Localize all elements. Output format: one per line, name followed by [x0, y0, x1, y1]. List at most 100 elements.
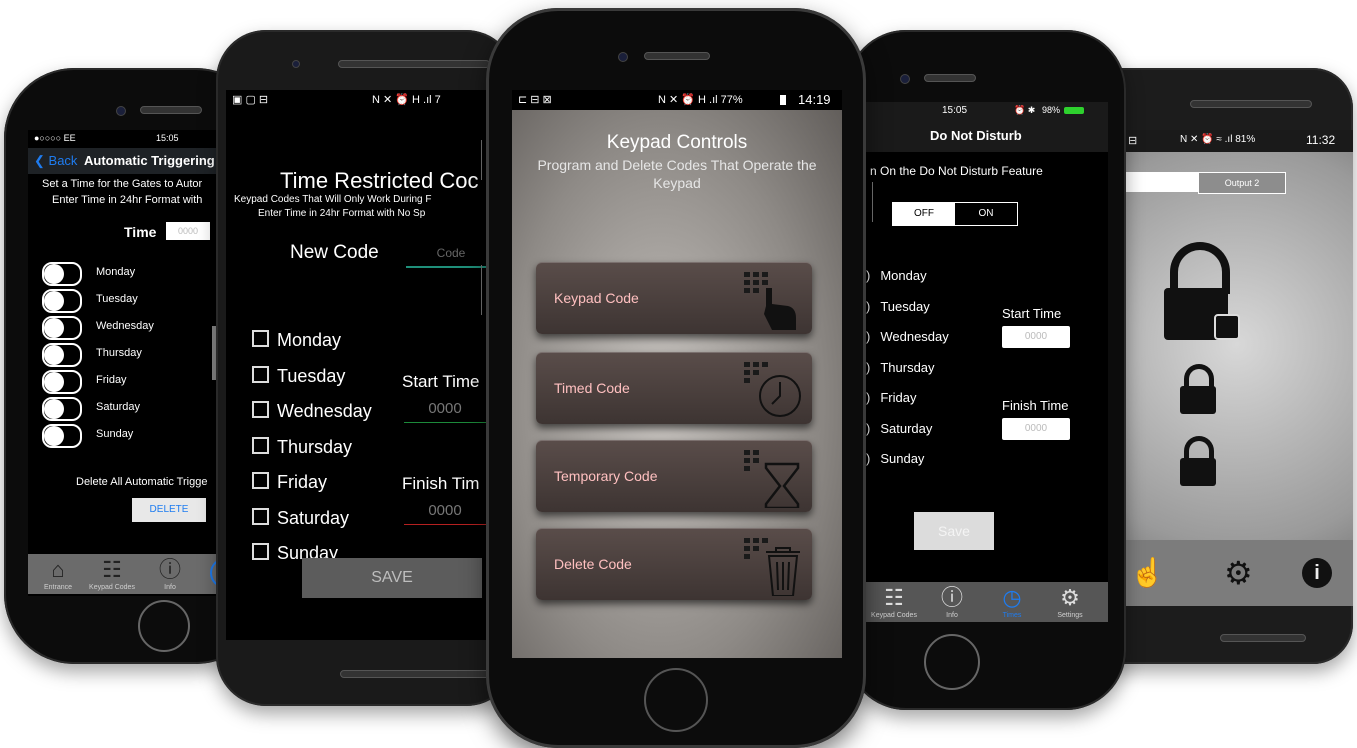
radio-button[interactable]: ) — [866, 421, 870, 436]
home-button-bar[interactable] — [1220, 634, 1306, 642]
nav-bar: Do Not Disturb — [864, 120, 1108, 152]
speaker-grille — [140, 106, 202, 114]
radio-button[interactable]: ) — [866, 390, 870, 405]
padlock-icon-1[interactable] — [1180, 364, 1216, 414]
battery-icon — [1064, 107, 1084, 114]
keypad-code-button[interactable]: Keypad Code — [536, 262, 812, 334]
screen-4: 15:05 ⏰ ✱ 98% Do Not Disturb n On the Do… — [864, 102, 1108, 622]
time-input[interactable]: 0000 — [166, 222, 210, 240]
clock-label: 15:05 — [156, 133, 179, 143]
checkbox[interactable] — [252, 401, 269, 418]
back-button[interactable]: ❮ Back — [34, 153, 77, 169]
off-option[interactable]: OFF — [893, 203, 955, 225]
day-toggle[interactable] — [42, 370, 82, 394]
phone-4: 15:05 ⏰ ✱ 98% Do Not Disturb n On the Do… — [846, 30, 1126, 710]
day-toggle[interactable] — [42, 316, 82, 340]
day-toggle[interactable] — [42, 343, 82, 367]
notification-icon: ⊟ — [1128, 135, 1138, 147]
day-label: Sunday — [880, 451, 925, 466]
day-label: Saturday — [96, 401, 141, 413]
day-radio-row[interactable]: ) Saturday — [866, 421, 932, 436]
checkbox[interactable] — [252, 507, 269, 525]
home-button[interactable] — [924, 634, 980, 690]
home-button[interactable] — [644, 668, 708, 732]
status-bar: 15:05 ⏰ ✱ 98% — [864, 102, 1108, 120]
day-radio-row[interactable]: ) Wednesday — [866, 329, 949, 344]
radio-button[interactable]: ) — [866, 360, 870, 375]
checkbox[interactable] — [252, 365, 269, 383]
delete-button[interactable]: DELETE — [132, 498, 206, 522]
tab-keypad-codes[interactable]: ☷ Keypad Codes — [864, 584, 924, 619]
radio-button[interactable]: ) — [866, 329, 870, 344]
tab-settings[interactable]: ⚙ Settings — [1040, 584, 1100, 619]
day-radio-row[interactable]: ) Thursday — [866, 360, 935, 375]
tab-info[interactable]: ⓘ Info — [140, 556, 200, 591]
status-bar: ▣ ▢ ⊟ N ✕ ⏰ H .ıl 7 — [226, 90, 516, 108]
day-radio-row[interactable]: ) Tuesday — [866, 299, 930, 314]
delete-description: Delete All Automatic Trigge — [76, 476, 208, 488]
finish-time-input[interactable]: 0000 — [1002, 418, 1070, 440]
checkbox[interactable] — [252, 472, 269, 489]
save-button[interactable]: SAVE — [302, 558, 482, 598]
code-input[interactable]: Code — [406, 246, 496, 268]
screen-5: ⊟ N ✕ ⏰ ≈ .ıl 81% 11:32 Output 2 ☝ ⚙ i — [1120, 130, 1353, 606]
page-title: Keypad Controls — [606, 132, 748, 153]
day-label: Friday — [277, 472, 328, 492]
tab-info[interactable]: ⓘ Info — [922, 584, 982, 619]
house-icon: ⌂ — [51, 557, 65, 582]
battery-label: 98% — [1042, 105, 1061, 115]
tab-bar: ☷ Keypad Codes ⓘ Info ◷ Times ⚙ Settings — [864, 582, 1108, 622]
day-toggle[interactable] — [42, 262, 82, 286]
description-line-2: Enter Time in 24hr Format with — [52, 194, 203, 206]
timed-code-button[interactable]: Timed Code — [536, 352, 812, 424]
delete-code-button[interactable]: Delete Code — [536, 528, 812, 600]
tab-keypad-codes[interactable]: ☷ Keypad Codes — [82, 556, 142, 591]
speaker-grille — [924, 74, 976, 82]
start-time-input[interactable]: 0000 — [404, 400, 486, 423]
radio-button[interactable]: ) — [866, 451, 870, 466]
temporary-code-button[interactable]: Temporary Code — [536, 440, 812, 512]
start-time-input[interactable]: 0000 — [1002, 326, 1070, 348]
checkbox[interactable] — [252, 330, 269, 347]
info-icon[interactable]: i — [1302, 558, 1332, 588]
padlock-icon-2[interactable] — [1180, 436, 1216, 486]
day-radio-row[interactable]: ) Sunday — [866, 451, 924, 466]
save-button[interactable]: Save — [914, 512, 994, 550]
keypad-trash-icon — [744, 538, 800, 596]
day-radio-row[interactable]: ) Monday — [866, 268, 927, 283]
finish-time-input[interactable]: 0000 — [404, 502, 486, 525]
output-1-tab[interactable] — [1120, 172, 1198, 192]
day-checkbox-row[interactable]: Thursday — [252, 436, 352, 458]
on-option[interactable]: ON — [955, 203, 1017, 225]
subtitle-line-2: Enter Time in 24hr Format with No Sp — [258, 208, 426, 219]
day-toggle[interactable] — [42, 289, 82, 313]
open-lock-icon[interactable] — [1164, 242, 1240, 342]
home-button-bar[interactable] — [340, 670, 492, 678]
checkbox[interactable] — [252, 436, 269, 454]
tab-label: Info — [946, 612, 958, 619]
off-on-segmented-control[interactable]: OFF ON — [892, 202, 1018, 226]
day-checkbox-row[interactable]: Friday — [252, 472, 327, 493]
tab-entrance[interactable]: ⌂ Entrance — [28, 556, 88, 591]
radio-button[interactable]: ) — [866, 299, 870, 314]
tab-label: Info — [164, 584, 176, 591]
button-label: Delete Code — [554, 556, 632, 572]
day-radio-row[interactable]: ) Friday — [866, 390, 916, 405]
day-label: Monday — [277, 330, 342, 350]
output-2-tab[interactable]: Output 2 — [1198, 172, 1286, 194]
day-toggle[interactable] — [42, 424, 82, 448]
radio-button[interactable]: ) — [866, 268, 870, 283]
keypad-hand-icon[interactable]: ☝ — [1130, 556, 1165, 589]
home-button[interactable] — [138, 600, 190, 652]
day-checkbox-row[interactable]: Wednesday — [252, 401, 372, 422]
day-checkbox-row[interactable]: Saturday — [252, 507, 349, 529]
speaker-grille — [644, 52, 710, 60]
tab-times[interactable]: ◷ Times — [982, 584, 1042, 619]
day-checkbox-row[interactable]: Monday — [252, 330, 341, 351]
day-checkbox-row[interactable]: Tuesday — [252, 365, 345, 387]
checkbox[interactable] — [252, 543, 269, 560]
gear-icon[interactable]: ⚙ — [1224, 554, 1253, 592]
day-toggle[interactable] — [42, 397, 82, 421]
day-label: Thursday — [880, 359, 935, 375]
clock-icon: ◷ — [1002, 585, 1022, 610]
